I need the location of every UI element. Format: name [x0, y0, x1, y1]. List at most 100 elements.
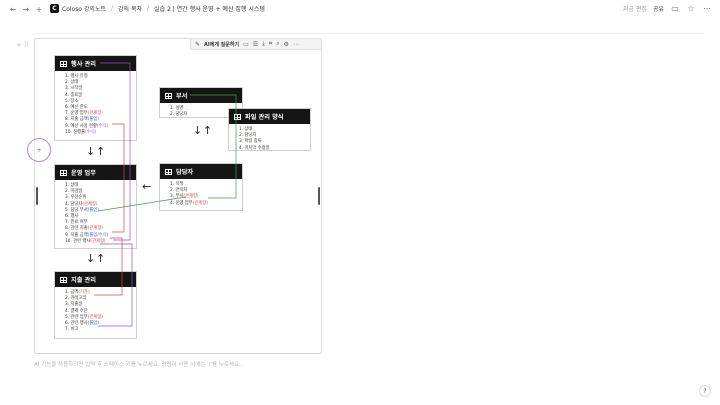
field-type-tag: (롤업): [87, 207, 99, 213]
field-label: 상태: [244, 127, 253, 132]
field-type-tag: (롤업): [87, 320, 99, 326]
crop-icon[interactable]: ⌗: [269, 40, 272, 48]
table-event: 행사 관리 1. 행사 유형 2. 상태 3. 시작일 4. 종료일 5. 장소 6. 예…: [54, 55, 137, 141]
field-number: 10.: [65, 238, 74, 244]
editor-placeholder[interactable]: AI 기능을 사용하려면 입력 후 스페이스 키를 누르세요. 명령어 사용 시…: [34, 360, 245, 368]
field-label: 상태: [70, 80, 79, 86]
comment-icon[interactable]: ▭: [670, 3, 680, 13]
align-icon[interactable]: ☰: [253, 41, 258, 48]
field-label: 담당자: [175, 112, 188, 118]
star-icon[interactable]: ☆: [686, 3, 696, 13]
arrow-left-icon: ←: [142, 180, 152, 193]
table-icon: [234, 113, 241, 120]
nav-controls: ← → +: [8, 4, 44, 14]
field-list: 1. 상태 2. 담당자 3. 파일 종류 4. 마지막 수정일: [229, 124, 310, 155]
field-label: 행사 유형: [70, 74, 88, 79]
field-label: 우선순위: [70, 195, 87, 201]
field-label: 예산 사용 현황: [70, 123, 97, 129]
field-item: 4. 마지막 수정일: [239, 146, 310, 152]
field-list: 1. 직책 2. 연락처 3. 부서(관계형) 4. 운영 업무(관계형): [160, 179, 242, 210]
field-label: 장소: [70, 98, 79, 104]
breadcrumb-item-app[interactable]: Coloso 강의노트: [62, 4, 106, 13]
table-icon: [60, 169, 67, 176]
table-title: 행사 관리: [71, 61, 96, 68]
table-expense: 지출 관리 1. 금액(기준) 2. 카테고리 3. 지출일 4. 결제 수단 5. 관…: [54, 271, 137, 339]
field-label: 관련 업무: [70, 314, 88, 320]
field-label: 지출 금액: [70, 232, 88, 238]
top-bar: ← → + C Coloso 강의노트 / 강의 목차 / 실습 2 | 연간 …: [0, 0, 720, 18]
field-label: 운영 업무: [70, 111, 88, 117]
table-title: 담당자: [176, 169, 194, 176]
back-arrow-icon[interactable]: ←: [8, 4, 18, 14]
breadcrumb-item-toc[interactable]: 강의 목차: [118, 4, 142, 13]
table-icon: [60, 276, 67, 283]
field-label: 결제 수단: [70, 308, 88, 314]
field-label: 마지막 수정일: [244, 145, 270, 151]
field-item: 4. 운영 업무(관계형): [170, 201, 242, 207]
help-icon[interactable]: ?: [699, 385, 711, 397]
arrow-up-icon: ↑: [96, 252, 106, 265]
field-item: 10. 진행률(수식): [65, 130, 136, 136]
field-label: 운영 업무: [175, 200, 193, 206]
forward-arrow-icon[interactable]: →: [21, 4, 31, 14]
table-ops: 운영 업무 1. 상태 2. 마감일 3. 우선순위 4. 담당자(관계형) 5. 담당…: [54, 164, 137, 249]
drag-handle-icon[interactable]: ⠿: [24, 41, 29, 49]
field-type-tag: (관계형): [87, 226, 103, 232]
field-label: 마감일: [70, 189, 83, 195]
download-icon[interactable]: ⤓: [262, 40, 265, 48]
field-list: 1. 행사 유형 2. 상태 3. 시작일 4. 종료일 5. 장소 6. 예산 한도 7.…: [55, 71, 136, 139]
top-right-tools: 지금 편집 공유 ▭ ☆ ⋯: [623, 3, 712, 13]
add-block-icon[interactable]: +: [16, 41, 22, 49]
field-label: 비고: [70, 327, 79, 333]
field-label: 설명: [175, 106, 184, 111]
comment-icon[interactable]: ▭: [243, 41, 249, 48]
ai-ask-button[interactable]: AI에게 질문하기: [204, 41, 239, 48]
ai-sparkle-icon: ✎: [195, 40, 201, 48]
field-label: 카테고리: [70, 296, 87, 302]
field-list: 1. 상태 2. 마감일 3. 우선순위 4. 담당자(관계형) 5. 담당 부서(롤업…: [55, 180, 136, 248]
settings-icon[interactable]: ⚙: [284, 41, 289, 48]
table-header: 운영 업무: [55, 165, 136, 180]
table-title: 부서: [176, 93, 188, 100]
field-item: 10. 관련 행사(관계형): [65, 239, 136, 245]
resize-handle-right[interactable]: [318, 187, 320, 205]
field-label: 담당 부서: [70, 207, 88, 213]
field-label: 완료 여부: [70, 220, 88, 226]
breadcrumb-item-page[interactable]: 실습 2 | 연간 행사 운영 + 예산 집행 시스템: [154, 4, 265, 13]
field-type-tag: (수식): [96, 123, 109, 129]
arrow-down-icon: ↓: [86, 252, 96, 265]
arrow-up-icon: ↑: [203, 124, 213, 137]
table-header: 담당자: [160, 164, 242, 179]
block-handle[interactable]: + ⠿: [16, 41, 29, 49]
zoom-icon[interactable]: ⌕: [276, 40, 279, 48]
share-button[interactable]: 공유: [653, 4, 664, 13]
coloso-logo-icon: C: [50, 4, 59, 13]
field-label: 상태: [70, 183, 79, 188]
table-title: 운영 업무: [71, 170, 96, 177]
more-icon[interactable]: ⋯: [702, 3, 712, 13]
table-header: 부서: [160, 88, 242, 103]
field-label: 지출일: [70, 302, 83, 308]
field-label: 직책: [175, 182, 184, 187]
field-type-tag: (관계형): [90, 238, 106, 244]
field-type-tag: (관계형): [192, 200, 208, 206]
field-label: 파일 종류: [244, 139, 262, 145]
field-label: 예산 한도: [70, 104, 88, 110]
field-item: 7. 비고: [65, 327, 136, 333]
table-header: 행사 관리: [55, 56, 136, 71]
divider: [34, 33, 704, 34]
field-label: 담당자: [70, 201, 83, 207]
field-label: 담당자: [244, 133, 257, 139]
field-type-tag: (롤업/수식): [87, 232, 109, 238]
arrow-down-icon: ↓: [86, 145, 96, 158]
more-icon[interactable]: ⋯: [293, 41, 299, 48]
table-staff: 담당자 1. 직책 2. 연락처 3. 부서(관계형) 4. 운영 업무(관계형): [159, 163, 243, 211]
resize-handle-left[interactable]: [36, 187, 38, 205]
field-type-tag: (관계형): [82, 201, 98, 207]
field-type-tag: (관계형): [87, 314, 103, 320]
plus-icon[interactable]: +: [34, 4, 44, 14]
field-label: 관련 행사: [73, 238, 91, 244]
cursor-indicator: +: [27, 138, 51, 162]
edited-status: 지금 편집: [622, 5, 647, 13]
breadcrumb-separator: /: [110, 5, 114, 12]
